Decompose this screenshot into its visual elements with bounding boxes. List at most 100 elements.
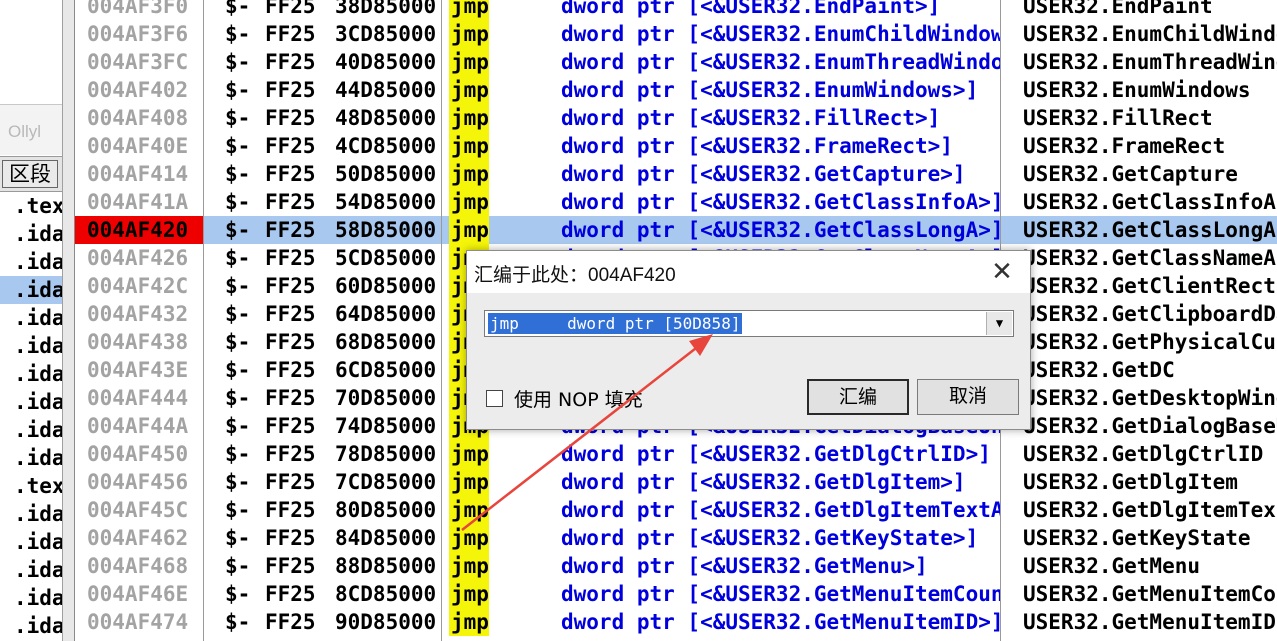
section-row[interactable]: .idata — [0, 584, 62, 612]
comment-cell: USER32.FrameRect — [1023, 134, 1226, 158]
section-row[interactable]: .idata — [0, 304, 62, 332]
address-cell: 004AF468 — [87, 554, 189, 578]
disasm-row[interactable]: 004AF45C $- FF25 80D85000 jmp dword ptr [<&US… — [75, 496, 1277, 524]
address-cell: 004AF474 — [87, 610, 189, 634]
section-row[interactable]: .text — [0, 192, 62, 220]
operand-bytes: 88D85000 — [335, 554, 435, 578]
comment-cell: USER32.GetClassInfoA — [1023, 190, 1276, 214]
assemble-instruction-input[interactable]: jmp dword ptr [50D858] — [488, 313, 743, 334]
cancel-button[interactable]: 取消 — [917, 379, 1019, 415]
disasm-row[interactable]: 004AF46E $- FF25 8CD85000 jmp dword ptr [<&US… — [75, 580, 1277, 608]
assemble-dialog: 汇编于此处：004AF420 ✕ jmp dword ptr [50D858] … — [466, 250, 1031, 430]
operand-bytes: 50D85000 — [335, 162, 435, 186]
chevron-down-icon[interactable]: ▼ — [986, 312, 1012, 335]
assemble-instruction-combo[interactable]: jmp dword ptr [50D858] ▼ — [484, 310, 1014, 337]
operand-cell: dword ptr [<&USER32.FrameRect>] — [561, 134, 953, 158]
disasm-row[interactable]: 004AF450 $- FF25 78D85000 jmp dword ptr [<&US… — [75, 440, 1277, 468]
section-row[interactable]: .text — [0, 472, 62, 500]
section-row[interactable]: .idata — [0, 276, 62, 304]
section-row[interactable]: .idata — [0, 388, 62, 416]
comment-cell: USER32.GetDialogBaseUnits — [1023, 414, 1277, 438]
address-cell: 004AF40E — [87, 134, 189, 158]
assemble-button[interactable]: 汇编 — [807, 379, 909, 415]
operand-cell: dword ptr [<&USER32.EnumChildWindows>] — [561, 22, 1001, 46]
section-name: .idata — [14, 530, 62, 554]
disasm-row[interactable]: 004AF3F0 $- FF25 38D85000 jmp dword ptr [<&US… — [75, 0, 1277, 20]
disasm-row[interactable]: 004AF40E $- FF25 4CD85000 jmp dword ptr [<&US… — [75, 132, 1277, 160]
section-row[interactable]: .idata — [0, 248, 62, 276]
operand-bytes: 64D85000 — [335, 302, 435, 326]
section-row[interactable]: .idata — [0, 500, 62, 528]
opcode-bytes: FF25 — [265, 358, 316, 382]
section-name: .idata — [14, 334, 62, 358]
section-name: .idata — [14, 418, 62, 442]
opcode-bytes: FF25 — [265, 22, 316, 46]
disasm-row[interactable]: 004AF420 $- FF25 58D85000 jmp dword ptr [<&US… — [75, 216, 1277, 244]
jump-marker: $- — [225, 106, 251, 130]
disasm-row[interactable]: 004AF3F6 $- FF25 3CD85000 jmp dword ptr [<&US… — [75, 20, 1277, 48]
jump-marker: $- — [225, 78, 251, 102]
comment-cell: USER32.GetMenuItemCount — [1023, 582, 1277, 606]
comment-cell: USER32.GetKeyState — [1023, 526, 1251, 550]
comment-cell: USER32.GetPhysicalCursorPos — [1023, 330, 1277, 354]
section-row[interactable]: .idata — [0, 528, 62, 556]
operand-cell: dword ptr [<&USER32.GetMenuItemCount>] — [561, 582, 1001, 606]
jump-marker: $- — [225, 162, 251, 186]
address-cell: 004AF41A — [87, 190, 189, 214]
section-row[interactable]: .idata — [0, 416, 62, 444]
comment-cell: USER32.GetClientRect — [1023, 274, 1276, 298]
section-row[interactable]: .idata — [0, 556, 62, 584]
address-cell: 004AF450 — [87, 442, 189, 466]
section-row[interactable]: .idata — [0, 612, 62, 640]
comment-cell: USER32.EnumThreadWindows — [1023, 50, 1277, 74]
mnemonic-cell: jmp — [449, 20, 489, 48]
comment-cell: USER32.GetClassLongA — [1023, 218, 1276, 242]
address-cell: 004AF438 — [87, 330, 189, 354]
disasm-row[interactable]: 004AF408 $- FF25 48D85000 jmp dword ptr [<&US… — [75, 104, 1277, 132]
operand-bytes: 70D85000 — [335, 386, 435, 410]
section-column-header[interactable]: 区段 — [0, 156, 62, 192]
disasm-row[interactable]: 004AF456 $- FF25 7CD85000 jmp dword ptr [<&US… — [75, 468, 1277, 496]
hex-dump-cell: FF25 78D85000 — [265, 440, 435, 468]
nop-fill-label[interactable]: 使用 NOP 填充 — [514, 385, 643, 412]
opcode-bytes: FF25 — [265, 526, 316, 550]
operand-bytes: 8CD85000 — [335, 582, 435, 606]
opcode-bytes: FF25 — [265, 162, 316, 186]
hex-dump-cell: FF25 90D85000 — [265, 608, 435, 636]
close-icon[interactable]: ✕ — [988, 257, 1016, 285]
operand-bytes: 6CD85000 — [335, 358, 435, 382]
disasm-row[interactable]: 004AF468 $- FF25 88D85000 jmp dword ptr [<&US… — [75, 552, 1277, 580]
section-row[interactable]: .idata — [0, 332, 62, 360]
operand-bytes: 68D85000 — [335, 330, 435, 354]
hex-dump-cell: FF25 70D85000 — [265, 384, 435, 412]
address-cell: 004AF44A — [87, 414, 189, 438]
address-cell: 004AF462 — [87, 526, 189, 550]
disasm-row[interactable]: 004AF3FC $- FF25 40D85000 jmp dword ptr [<&US… — [75, 48, 1277, 76]
section-row[interactable]: .idata — [0, 220, 62, 248]
section-name: .idata — [14, 502, 62, 526]
jump-marker: $- — [225, 330, 251, 354]
hex-dump-cell: FF25 84D85000 — [265, 524, 435, 552]
disasm-row[interactable]: 004AF414 $- FF25 50D85000 jmp dword ptr [<&US… — [75, 160, 1277, 188]
operand-cell: dword ptr [<&USER32.GetDlgItemTextA>] — [561, 498, 1001, 522]
operand-cell: dword ptr [<&USER32.GetKeyState>] — [561, 526, 979, 550]
section-row[interactable]: .idata — [0, 360, 62, 388]
section-row[interactable]: .idata — [0, 444, 62, 472]
disasm-row[interactable]: 004AF462 $- FF25 84D85000 jmp dword ptr [<&US… — [75, 524, 1277, 552]
address-cell: 004AF444 — [87, 386, 189, 410]
disasm-row[interactable]: 004AF41A $- FF25 54D85000 jmp dword ptr [<&US… — [75, 188, 1277, 216]
operand-cell: dword ptr [<&USER32.GetClassLongA>] — [561, 218, 1001, 242]
nop-fill-checkbox[interactable] — [486, 390, 503, 407]
mnemonic-cell: jmp — [449, 0, 489, 20]
disasm-row[interactable]: 004AF402 $- FF25 44D85000 jmp dword ptr [<&US… — [75, 76, 1277, 104]
opcode-bytes: FF25 — [265, 554, 316, 578]
mnemonic-cell: jmp — [449, 216, 489, 244]
jump-marker: $- — [225, 218, 251, 242]
disasm-row[interactable]: 004AF474 $- FF25 90D85000 jmp dword ptr [<&US… — [75, 608, 1277, 636]
opcode-bytes: FF25 — [265, 134, 316, 158]
section-name: .idata — [14, 306, 62, 330]
hex-dump-cell: FF25 88D85000 — [265, 552, 435, 580]
address-cell: 004AF45C — [87, 498, 189, 522]
section-name: .idata — [14, 446, 62, 470]
operand-bytes: 78D85000 — [335, 442, 435, 466]
